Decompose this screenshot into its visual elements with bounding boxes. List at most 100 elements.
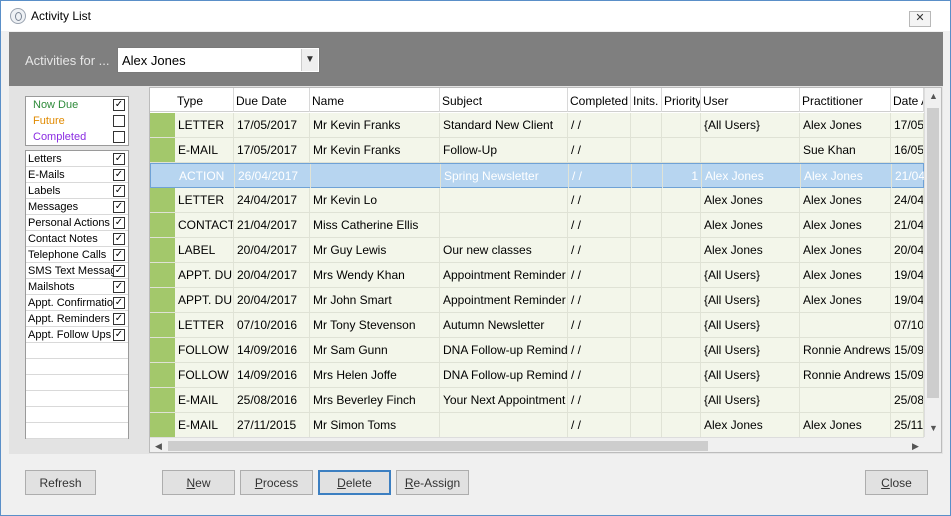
type-filter-item[interactable]: Personal Actions ✓ (26, 215, 128, 231)
cell-subject: Your Next Appointment (440, 388, 568, 412)
type-filter-item[interactable]: SMS Text Messages✓ (26, 263, 128, 279)
table-row[interactable]: LETTER 07/10/2016 Mr Tony Stevenson Autumn … (150, 313, 924, 338)
type-filter-checkbox[interactable]: ✓ (113, 313, 125, 325)
cell-completed: / / (568, 263, 631, 287)
table-row[interactable]: APPT. DU 20/04/2017 Mrs Wendy Khan Appointm… (150, 263, 924, 288)
cell-due: 07/10/2016 (234, 313, 310, 337)
type-filter-label: Appt. Confirmations (28, 297, 114, 309)
type-filter-checkbox[interactable]: ✓ (113, 153, 125, 165)
type-filter-checkbox[interactable]: ✓ (113, 217, 125, 229)
delete-button[interactable]: Delete (318, 470, 391, 495)
type-filter-empty-row (26, 375, 128, 391)
refresh-button[interactable]: Refresh (25, 470, 96, 495)
type-filter-item[interactable]: Labels ✓ (26, 183, 128, 199)
table-row[interactable]: E-MAIL 17/05/2017 Mr Kevin Franks Follow-Up… (150, 138, 924, 163)
user-select[interactable]: Alex Jones ▼ (117, 47, 320, 73)
cell-user: {All Users} (701, 113, 800, 137)
column-header[interactable]: Due Date (234, 88, 310, 112)
scroll-down-icon[interactable]: ▼ (925, 420, 941, 437)
window-close-button[interactable]: ✕ (909, 11, 931, 27)
cell-date_a: 19/04 (891, 288, 924, 312)
vertical-scroll-thumb[interactable] (927, 108, 939, 398)
horizontal-scrollbar[interactable]: ◀ ▶ (150, 437, 924, 452)
table-row[interactable]: E-MAIL 25/08/2016 Mrs Beverley Finch Your N… (150, 388, 924, 413)
column-header[interactable]: Priority (662, 88, 701, 112)
dropdown-arrow-icon[interactable]: ▼ (301, 49, 318, 71)
column-header[interactable]: User (701, 88, 800, 112)
table-row[interactable]: APPT. DU 20/04/2017 Mr John Smart Appointme… (150, 288, 924, 313)
scroll-left-icon[interactable]: ◀ (150, 438, 167, 452)
column-header[interactable]: Subject (440, 88, 568, 112)
table-row[interactable]: FOLLOW 14/09/2016 Mr Sam Gunn DNA Follow-up… (150, 338, 924, 363)
delete-label-rest: elete (345, 476, 372, 490)
type-filter-checkbox[interactable]: ✓ (113, 233, 125, 245)
vertical-scrollbar[interactable]: ▲ ▼ (924, 88, 941, 437)
scroll-right-icon[interactable]: ▶ (907, 438, 924, 452)
table-row[interactable]: LETTER 17/05/2017 Mr Kevin Franks Standard … (150, 113, 924, 138)
cell-user: {All Users} (701, 263, 800, 287)
cell-name: Mr Guy Lewis (310, 238, 440, 262)
new-button[interactable]: New (162, 470, 235, 495)
type-filter-checkbox[interactable]: ✓ (113, 297, 125, 309)
table-row[interactable]: ACTION 26/04/2017 Spring Newsletter / /1 Ale… (150, 163, 924, 188)
status-filter-item[interactable]: Completed (26, 129, 128, 145)
cell-name: Mr Simon Toms (310, 413, 440, 437)
column-header[interactable]: Name (310, 88, 440, 112)
status-filter-item[interactable]: Future (26, 113, 128, 129)
cell-practitioner: Ronnie Andrews (800, 338, 891, 362)
cell-due: 20/04/2017 (234, 238, 310, 262)
cell-practitioner: Alex Jones (800, 213, 891, 237)
table-row[interactable]: LABEL 20/04/2017 Mr Guy Lewis Our new class… (150, 238, 924, 263)
status-filter-checkbox[interactable] (113, 115, 125, 127)
cell-subject: Our new classes (440, 238, 568, 262)
type-filter-checkbox[interactable]: ✓ (113, 249, 125, 261)
type-filter-item[interactable]: Appt. Follow Ups ✓ (26, 327, 128, 343)
horizontal-scroll-thumb[interactable] (168, 441, 708, 451)
cell-priority: 1 (663, 164, 702, 188)
column-header[interactable]: Practitioner (800, 88, 891, 112)
cell-name: Mrs Wendy Khan (310, 263, 440, 287)
process-button[interactable]: Process (240, 470, 313, 495)
activities-for-label: Activities for ... (25, 53, 110, 68)
status-filter-checkbox[interactable]: ✓ (113, 99, 125, 111)
close-button[interactable]: Close (865, 470, 928, 495)
type-filter-item[interactable]: Mailshots ✓ (26, 279, 128, 295)
row-status-marker (150, 388, 175, 412)
cell-user: {All Users} (701, 363, 800, 387)
status-filter-label: Now Due (33, 99, 79, 111)
type-filter-item[interactable]: Appt. Confirmations✓ (26, 295, 128, 311)
table-row[interactable]: LETTER 24/04/2017 Mr Kevin Lo / / Alex Jones… (150, 188, 924, 213)
type-filter-checkbox[interactable]: ✓ (113, 185, 125, 197)
column-header[interactable]: Inits. (631, 88, 662, 112)
column-header[interactable]: Type (175, 88, 234, 112)
type-filter-checkbox[interactable]: ✓ (113, 265, 125, 277)
cell-type: APPT. DU (175, 288, 234, 312)
status-filter-checkbox[interactable] (113, 131, 125, 143)
cell-practitioner: Alex Jones (800, 188, 891, 212)
type-filter-checkbox[interactable]: ✓ (113, 329, 125, 341)
type-filter-item[interactable]: E-Mails ✓ (26, 167, 128, 183)
table-row[interactable]: CONTACT 21/04/2017 Miss Catherine Ellis / /… (150, 213, 924, 238)
type-filter-item[interactable]: Appt. Reminders ✓ (26, 311, 128, 327)
type-filter-checkbox[interactable]: ✓ (113, 201, 125, 213)
type-filter-checkbox[interactable]: ✓ (113, 169, 125, 181)
type-filter-item[interactable]: Messages ✓ (26, 199, 128, 215)
column-header[interactable]: Completed (568, 88, 631, 112)
cell-due: 26/04/2017 (235, 164, 311, 188)
cell-priority (662, 388, 701, 412)
column-header[interactable]: Date A (891, 88, 924, 112)
reassign-button[interactable]: Re-Assign (396, 470, 469, 495)
type-filter-item[interactable]: Telephone Calls ✓ (26, 247, 128, 263)
cell-type: LABEL (175, 238, 234, 262)
table-row[interactable]: FOLLOW 14/09/2016 Mrs Helen Joffe DNA Follo… (150, 363, 924, 388)
cell-inits (631, 113, 662, 137)
type-filter-checkbox[interactable]: ✓ (113, 281, 125, 293)
scroll-up-icon[interactable]: ▲ (925, 88, 941, 105)
status-filter-item[interactable]: Now Due ✓ (26, 97, 128, 113)
table-row[interactable]: E-MAIL 27/11/2015 Mr Simon Toms / / Alex Jon… (150, 413, 924, 437)
type-filter-item[interactable]: Contact Notes ✓ (26, 231, 128, 247)
type-filter-item[interactable]: Letters ✓ (26, 151, 128, 167)
cell-inits (631, 288, 662, 312)
row-status-marker (150, 288, 175, 312)
row-status-marker (150, 113, 175, 137)
